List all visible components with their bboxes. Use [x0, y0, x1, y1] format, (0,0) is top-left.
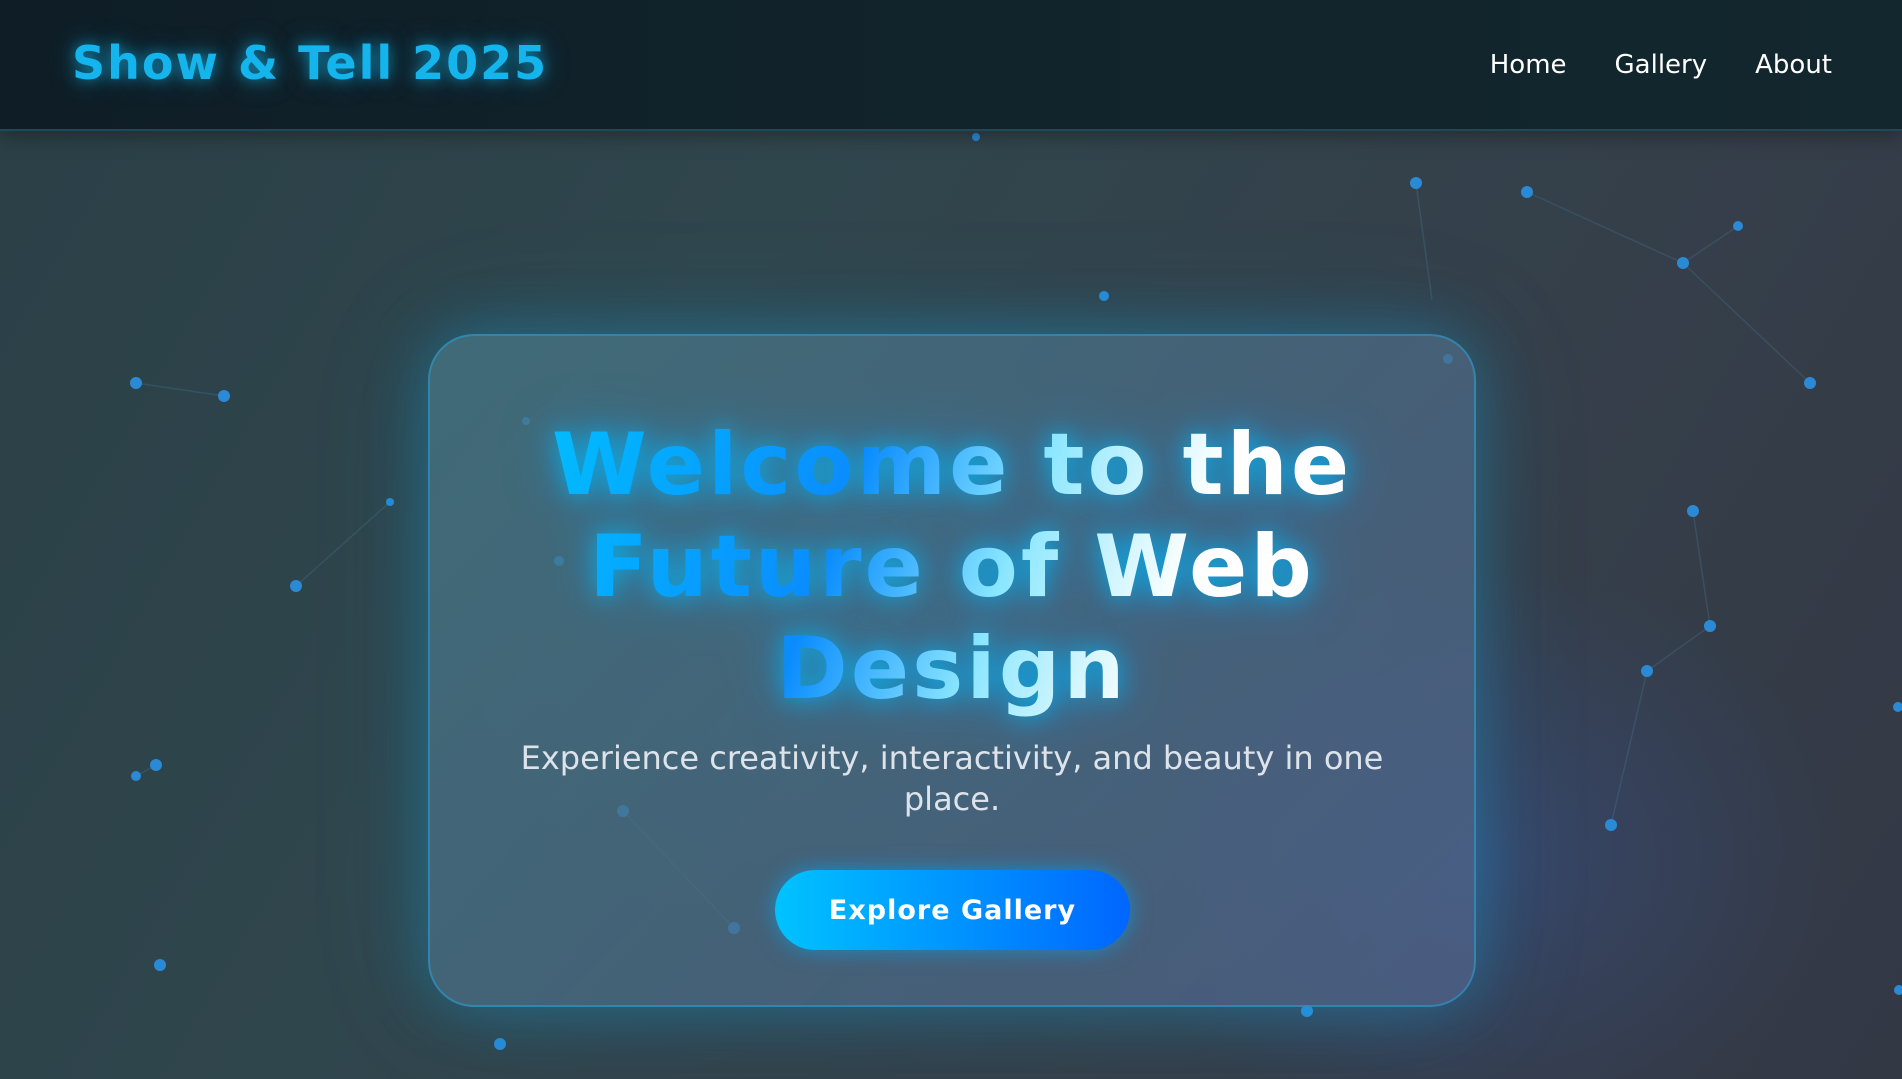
site-header: Show & Tell 2025 Home Gallery About: [0, 0, 1902, 131]
hero-title: Welcome to the Future of Web Design: [470, 414, 1434, 720]
hero-card: Welcome to the Future of Web Design Expe…: [428, 334, 1476, 1007]
nav-link-gallery[interactable]: Gallery: [1615, 50, 1708, 80]
hero-subtitle: Experience creativity, interactivity, an…: [520, 739, 1384, 818]
nav-link-home[interactable]: Home: [1490, 50, 1567, 80]
nav-link-about[interactable]: About: [1755, 50, 1832, 80]
main-nav: Home Gallery About: [1490, 50, 1832, 80]
site-logo[interactable]: Show & Tell 2025: [72, 36, 548, 90]
explore-gallery-button[interactable]: Explore Gallery: [775, 870, 1130, 950]
